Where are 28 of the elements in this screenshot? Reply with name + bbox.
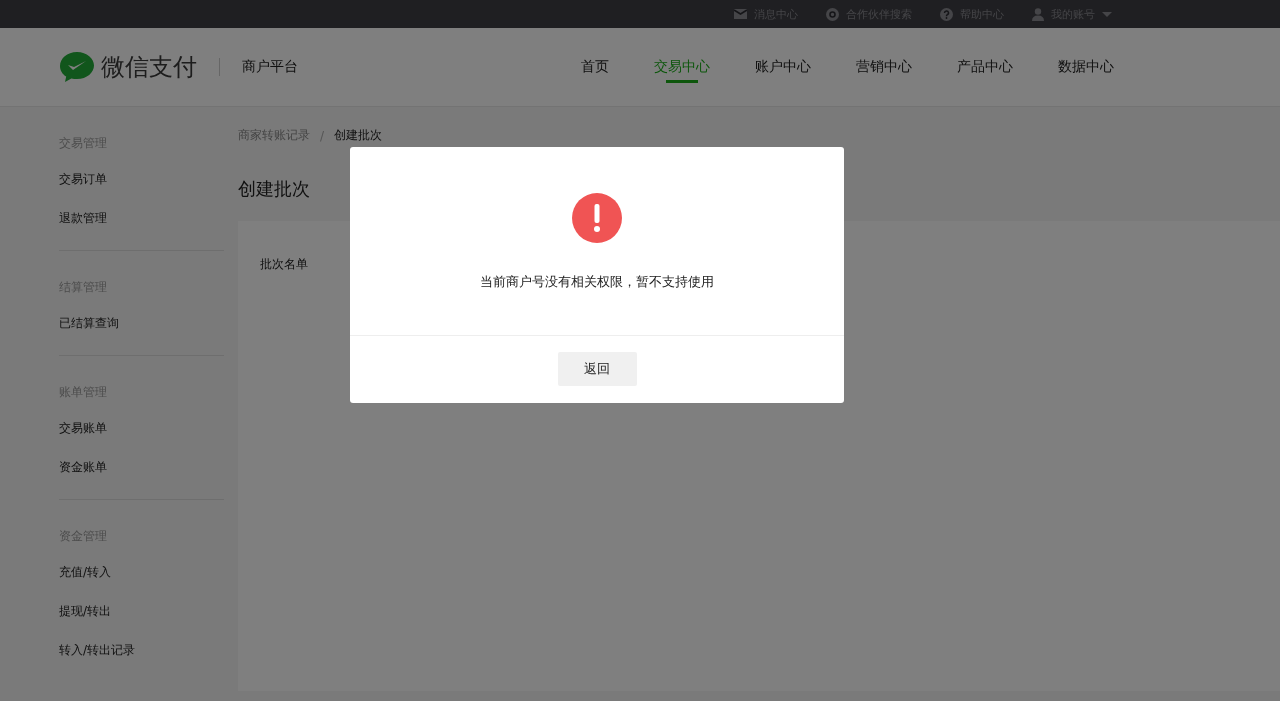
nav-tab[interactable]: 产品中心 (957, 28, 1013, 106)
sidebar-item[interactable]: 退款管理 (59, 199, 224, 238)
field-label: 批次名单 (260, 257, 308, 271)
logo-icon (59, 51, 95, 83)
nav-tab[interactable]: 账户中心 (755, 28, 811, 106)
sidebar-item[interactable]: 转入/转出记录 (59, 631, 224, 670)
mail-icon (734, 9, 747, 19)
nav-tab[interactable]: 交易中心 (654, 28, 710, 106)
nav-tab[interactable]: 数据中心 (1058, 28, 1114, 106)
search-icon (826, 7, 839, 21)
sidebar-item[interactable]: 交易账单 (59, 409, 224, 448)
sidebar-item[interactable]: 充值/转入 (59, 553, 224, 592)
nav-tab[interactable]: 首页 (581, 28, 609, 106)
breadcrumb-current: 创建批次 (334, 127, 383, 144)
platform-name: 商户平台 (242, 58, 298, 76)
dialog-message: 当前商户号没有相关权限，暂不支持使用 (480, 273, 714, 291)
sidebar-item[interactable]: 交易订单 (59, 160, 224, 199)
user-icon (1032, 7, 1044, 21)
page-title: 创建批次 (238, 177, 311, 201)
error-icon (572, 193, 622, 243)
breadcrumb-separator: / (320, 128, 325, 143)
sidebar-item[interactable]: 已结算查询 (59, 304, 224, 343)
nav-tab[interactable]: 营销中心 (856, 28, 912, 106)
brand-name: 微信支付 (101, 52, 197, 83)
sidebar-item[interactable]: 提现/转出 (59, 592, 224, 631)
sidebar-item[interactable]: 资金账单 (59, 448, 224, 487)
back-button[interactable]: 返回 (557, 352, 637, 386)
help-icon (940, 7, 953, 21)
